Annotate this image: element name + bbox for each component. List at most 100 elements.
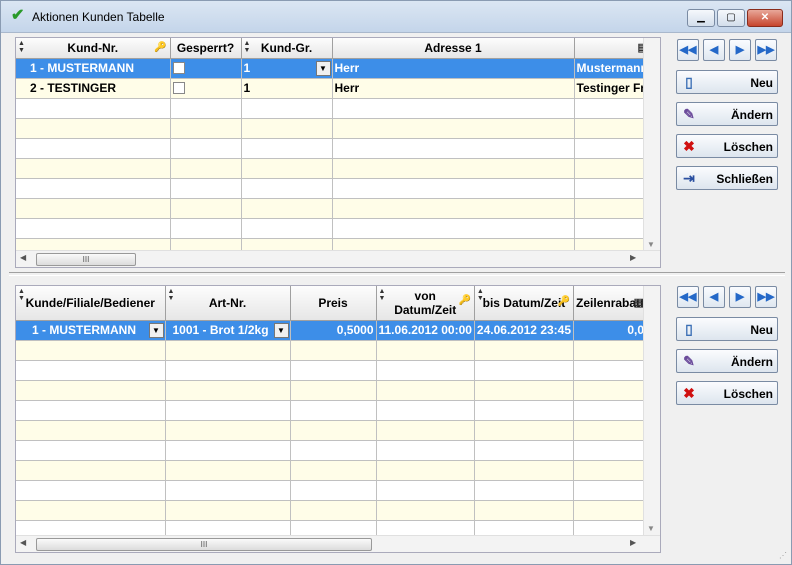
vertical-scrollbar[interactable]: ▼ — [643, 286, 660, 535]
table-row[interactable] — [16, 420, 648, 441]
dropdown-arrow-icon[interactable]: ▼ — [273, 322, 289, 338]
vertical-scrollbar[interactable]: ▼ — [643, 38, 660, 250]
table-row[interactable] — [16, 98, 651, 119]
edit-button[interactable]: ✎ Ändern — [676, 102, 778, 126]
table-row[interactable]: 1 - MUSTERMANN ▼ 1001 - Brot 1/2kg ▼ 0,500… — [16, 320, 648, 341]
table-row[interactable]: 2 - TESTINGER 1 Herr Testinger Fr — [16, 78, 651, 99]
edit-icon: ✎ — [683, 106, 695, 122]
dropdown-arrow-icon[interactable]: ▼ — [148, 322, 164, 338]
prev-icon: ◀ — [709, 291, 719, 303]
table-row[interactable] — [16, 340, 648, 361]
cell-bis[interactable]: 24.06.2012 23:45 — [474, 320, 575, 341]
prev-icon: ◀ — [709, 44, 719, 56]
table-row[interactable] — [16, 440, 648, 461]
table-row[interactable] — [16, 158, 651, 179]
table-row[interactable] — [16, 360, 648, 381]
next-icon: ▶ — [735, 44, 745, 56]
table-row[interactable] — [16, 138, 651, 159]
table-row[interactable] — [16, 380, 648, 401]
horizontal-scrollbar[interactable]: ◀ III ▶ — [16, 535, 660, 552]
gesperrt-checkbox[interactable] — [172, 82, 185, 94]
delete-x-icon: ✖ — [683, 138, 695, 154]
table-row[interactable] — [16, 480, 648, 501]
delete-button[interactable]: ✖ Löschen — [676, 381, 778, 405]
cell-adresse2[interactable]: Mustermann — [574, 58, 651, 79]
title-bar[interactable]: ✔ Aktionen Kunden Tabelle ▁ ▢ ✕ — [1, 1, 791, 33]
horizontal-scrollbar[interactable]: ◀ III ▶ — [16, 250, 660, 267]
edit-button[interactable]: ✎ Ändern — [676, 349, 778, 373]
col-header-adresse1[interactable]: Adresse 1 — [332, 38, 575, 59]
prev-record-button[interactable]: ◀ — [703, 39, 725, 61]
table-row[interactable] — [16, 178, 651, 199]
last-record-button[interactable]: ▶▶ — [755, 39, 777, 61]
resize-grip-icon[interactable]: ⋰ — [779, 551, 787, 560]
scroll-thumb[interactable]: III — [36, 538, 372, 551]
scroll-right-icon[interactable]: ▶ — [630, 253, 636, 262]
cell-kund-nr[interactable]: 2 - TESTINGER — [16, 78, 171, 99]
delete-button[interactable]: ✖ Löschen — [676, 134, 778, 158]
col-header-adresse2[interactable]: ▤ — [574, 38, 651, 59]
new-document-icon: ▯ — [685, 321, 693, 337]
exit-door-icon: ⇥ — [683, 170, 695, 186]
delete-x-icon: ✖ — [683, 385, 695, 401]
next-record-button[interactable]: ▶ — [729, 286, 751, 308]
sort-icon: ▲ ▼ — [476, 288, 484, 302]
cell-kunde[interactable]: 1 - MUSTERMANN ▼ — [16, 320, 166, 341]
col-header-zeilenrabatt[interactable]: Zeilenrabatt ▤ — [573, 286, 648, 321]
scroll-right-icon[interactable]: ▶ — [630, 538, 636, 547]
first-record-button[interactable]: ◀◀ — [677, 39, 699, 61]
close-button[interactable]: ✕ — [747, 9, 783, 27]
table-row[interactable] — [16, 118, 651, 139]
customer-grid[interactable]: ▲ ▼ Kund-Nr. 🔑 Gesperrt? ▲ ▼ Kund-Gr. Adresse… — [15, 37, 661, 268]
col-header-kund-nr[interactable]: ▲ ▼ Kund-Nr. 🔑 — [16, 38, 171, 59]
table-row[interactable]: 1 - MUSTERMANN 1 ▼ Herr Mustermann — [16, 58, 651, 79]
scroll-left-icon[interactable]: ◀ — [20, 253, 26, 262]
app-window: ✔ Aktionen Kunden Tabelle ▁ ▢ ✕ ▲ ▼ Kund-N… — [0, 0, 792, 565]
cell-kund-gr[interactable]: 1 ▼ — [241, 58, 333, 79]
cell-adresse1[interactable]: Herr — [332, 58, 575, 79]
cell-art-nr[interactable]: 1001 - Brot 1/2kg ▼ — [165, 320, 291, 341]
cell-von[interactable]: 11.06.2012 00:00 — [376, 320, 475, 341]
cell-adresse1[interactable]: Herr — [332, 78, 575, 99]
col-header-gesperrt[interactable]: Gesperrt? — [170, 38, 242, 59]
col-header-kund-gr[interactable]: ▲ ▼ Kund-Gr. — [241, 38, 333, 59]
gesperrt-checkbox[interactable] — [172, 62, 185, 74]
table-row[interactable] — [16, 218, 651, 239]
splitter[interactable] — [9, 272, 785, 276]
table-row[interactable] — [16, 198, 651, 219]
table-row[interactable] — [16, 400, 648, 421]
col-header-preis[interactable]: Preis — [290, 286, 377, 321]
cell-kund-nr[interactable]: 1 - MUSTERMANN — [16, 58, 171, 79]
cell-adresse2[interactable]: Testinger Fr — [574, 78, 651, 99]
maximize-button[interactable]: ▢ — [717, 9, 745, 27]
cell-gesperrt[interactable] — [170, 78, 242, 99]
scroll-thumb[interactable]: III — [36, 253, 136, 266]
first-icon: ◀◀ — [679, 44, 697, 56]
new-button[interactable]: ▯ Neu — [676, 317, 778, 341]
key-icon: 🔑 — [458, 295, 471, 306]
close-form-button[interactable]: ⇥ Schließen — [676, 166, 778, 190]
next-record-button[interactable]: ▶ — [729, 39, 751, 61]
col-header-bis[interactable]: ▲ ▼ bis Datum/Zeit 🔑 — [474, 286, 575, 321]
action-grid[interactable]: ▲ ▼ Kunde/Filiale/Bediener ▲ ▼ Art-Nr. Preis… — [15, 285, 661, 553]
dropdown-arrow-icon[interactable]: ▼ — [315, 60, 331, 76]
cell-kund-gr[interactable]: 1 — [241, 78, 333, 99]
cell-preis[interactable]: 0,5000 — [290, 320, 377, 341]
col-header-art-nr[interactable]: ▲ ▼ Art-Nr. — [165, 286, 291, 321]
cell-rabatt[interactable]: 0,0 — [573, 320, 648, 341]
cell-gesperrt[interactable] — [170, 58, 242, 79]
new-button[interactable]: ▯ Neu — [676, 70, 778, 94]
table-row[interactable] — [16, 460, 648, 481]
scroll-down-icon[interactable]: ▼ — [647, 524, 655, 533]
first-record-button[interactable]: ◀◀ — [677, 286, 699, 308]
last-icon: ▶▶ — [757, 44, 775, 56]
sort-icon: ▲ ▼ — [167, 288, 175, 302]
scroll-down-icon[interactable]: ▼ — [647, 240, 655, 249]
table-row[interactable] — [16, 500, 648, 521]
scroll-left-icon[interactable]: ◀ — [20, 538, 26, 547]
col-header-kunde[interactable]: ▲ ▼ Kunde/Filiale/Bediener — [16, 286, 166, 321]
prev-record-button[interactable]: ◀ — [703, 286, 725, 308]
minimize-button[interactable]: ▁ — [687, 9, 715, 27]
last-record-button[interactable]: ▶▶ — [755, 286, 777, 308]
col-header-von[interactable]: ▲ ▼ von Datum/Zeit 🔑 — [376, 286, 475, 321]
